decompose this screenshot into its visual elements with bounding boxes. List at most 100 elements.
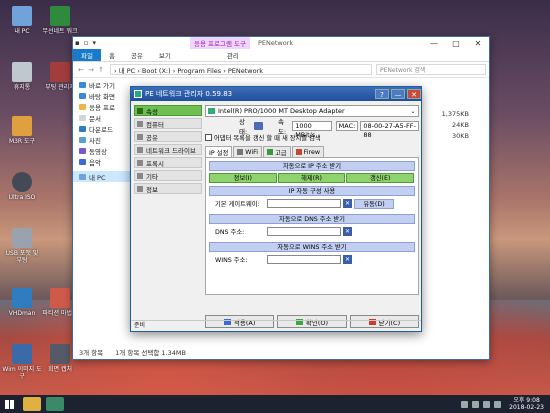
tab-wifi[interactable]: WiFi	[233, 146, 263, 157]
music-icon	[79, 158, 86, 165]
desktop-icon	[79, 92, 86, 99]
tab-manage[interactable]: 관리	[219, 49, 247, 61]
file-size: 24KB	[452, 121, 469, 129]
tab-home[interactable]: 홈	[101, 49, 123, 61]
adapter-status-row: 상태: 속도: 1000 MBit/s MAC: 08-00-27-A5-FF-…	[205, 118, 419, 139]
dynamic-button[interactable]: 유동(D)	[354, 198, 394, 209]
nav-music[interactable]: 음악	[73, 156, 135, 167]
nav-documents[interactable]: 문서	[73, 112, 135, 123]
firewall-icon	[295, 149, 302, 155]
tab-firewall[interactable]: Firew	[291, 146, 324, 157]
start-button[interactable]	[0, 395, 18, 413]
tray-chevron-icon[interactable]	[461, 400, 469, 408]
auto-ip-option[interactable]: 자동으로 IP 주소 받기	[209, 161, 415, 171]
menu-properties[interactable]: 속성	[134, 105, 202, 116]
nav-videos[interactable]: 동영상	[73, 145, 135, 156]
checkbox[interactable]	[205, 133, 212, 141]
maximize-button[interactable]: □	[445, 39, 467, 48]
forward-icon[interactable]: →	[86, 66, 96, 74]
address-path[interactable]: › 내 PC › Boot (X:) › Program Files › PEN…	[110, 64, 372, 75]
menu-info[interactable]: 정보	[134, 183, 202, 194]
ip-settings-panel: 자동으로 IP 주소 받기 정보(I) 해제(R) 갱신(E) IP 자동 구성…	[205, 157, 419, 295]
auto-dns-option[interactable]: 자동으로 DNS 주소 받기	[209, 214, 415, 224]
tab-ip-settings[interactable]: IP 설정	[205, 146, 233, 157]
pe-network-dialog: PE 네트워크 관리자 0.59.83 ? — ✕ 속성 컴퓨터 공유 네트워크…	[130, 86, 422, 332]
renew-button[interactable]: 갱신(E)	[346, 173, 415, 183]
minimize-button[interactable]: —	[423, 39, 445, 48]
menu-share[interactable]: 공유	[134, 131, 202, 142]
volume-tray-icon[interactable]	[483, 400, 491, 408]
taskbar: 오후 9:08 2018-02-23	[0, 395, 550, 413]
quick-access-icon[interactable]: ▪	[73, 39, 82, 47]
computer-icon	[137, 120, 143, 127]
desktop-icon-vhdman[interactable]: VHDman	[2, 288, 42, 317]
nav-pictures[interactable]: 사진	[73, 134, 135, 145]
pe-side-menu: 속성 컴퓨터 공유 네트워크 드라이브 프록시 기타 정보	[134, 105, 202, 196]
network-tray-icon[interactable]	[472, 400, 480, 408]
clear-gateway-icon[interactable]: ✕	[343, 199, 352, 208]
release-button[interactable]: 해제(R)	[277, 173, 346, 183]
file-size: 1,375KB	[441, 110, 469, 118]
menu-computer[interactable]: 컴퓨터	[134, 118, 202, 129]
minimize-button[interactable]: —	[391, 89, 405, 99]
picture-icon	[79, 136, 86, 143]
clock[interactable]: 오후 9:08 2018-02-23	[509, 397, 544, 411]
nav-downloads[interactable]: 다운로드	[73, 123, 135, 134]
tab-view[interactable]: 보기	[151, 49, 179, 61]
app-icon	[134, 90, 142, 98]
adapter-select[interactable]: Intel(R) PRO/1000 MT Desktop Adapter ⌄	[205, 105, 419, 117]
back-icon[interactable]: ←	[76, 66, 86, 74]
pe-network-taskbar-icon[interactable]	[46, 397, 64, 411]
file-sizes-column: 1,375KB 24KB 30KB	[442, 109, 469, 142]
nav-quick-access[interactable]: 바로 가기	[73, 79, 135, 90]
desktop-icon-my-pc[interactable]: 내 PC	[2, 6, 42, 35]
desktop-icon-usb-format[interactable]: USB 포맷 및 부팅	[2, 228, 42, 264]
tab-file[interactable]: 파일	[73, 49, 101, 61]
file-explorer-taskbar-icon[interactable]	[23, 397, 41, 411]
app-tools-tab[interactable]: 응용 프로그램 도구	[190, 37, 250, 49]
explorer-titlebar: ▪ ▫ ▾ 응용 프로그램 도구 PENetwork — □ ✕	[73, 37, 489, 49]
customize-icon[interactable]: ▾	[91, 39, 99, 47]
mac-label: MAC:	[335, 120, 359, 131]
properties-icon	[137, 107, 143, 114]
tab-advanced[interactable]: 고급	[263, 146, 291, 157]
dns-row: DNS 주소: ✕	[215, 227, 352, 236]
computer-icon	[12, 6, 32, 26]
desktop-icon-wireless[interactable]: 무선네트 워크	[40, 6, 80, 35]
close-button[interactable]: ✕	[467, 39, 489, 48]
menu-proxy[interactable]: 프록시	[134, 157, 202, 168]
keyboard-tray-icon[interactable]	[494, 400, 502, 408]
partition-icon	[50, 288, 70, 308]
dns-input[interactable]	[267, 227, 341, 236]
network-drive-icon	[137, 146, 143, 153]
desktop-icon-m3r[interactable]: M3R 도구	[2, 116, 42, 145]
clear-wins-icon[interactable]: ✕	[343, 255, 352, 264]
auto-wins-option[interactable]: 자동으로 WINS 주소 받기	[209, 242, 415, 252]
close-button[interactable]: ✕	[407, 89, 421, 99]
desktop-icon-wim-tool[interactable]: Wim 이미지 도구	[2, 344, 42, 380]
vhd-icon	[12, 288, 32, 308]
ip-auto-config-option[interactable]: IP 자동 구성 사용	[209, 186, 415, 196]
wim-icon	[12, 344, 32, 364]
help-button[interactable]: ?	[375, 89, 389, 99]
menu-network-drive[interactable]: 네트워크 드라이브	[134, 144, 202, 155]
mac-value: 08-00-27-A5-FF-88	[360, 120, 419, 139]
up-icon[interactable]: ↑	[96, 66, 106, 74]
desktop-icon-ultraiso[interactable]: Ultra ISO	[2, 172, 42, 201]
folder-icon	[79, 103, 86, 110]
windows-logo-icon	[4, 399, 14, 409]
gateway-input[interactable]	[267, 199, 341, 208]
search-input[interactable]: PENetwork 검색	[376, 64, 486, 75]
menu-other[interactable]: 기타	[134, 170, 202, 181]
desktop-icon-recycle-bin[interactable]: 휴지통	[2, 62, 42, 91]
nav-desktop[interactable]: 바탕 화면	[73, 90, 135, 101]
nav-this-pc[interactable]: 내 PC	[73, 171, 135, 182]
wins-input[interactable]	[267, 255, 341, 264]
info-button[interactable]: 정보(I)	[209, 173, 277, 183]
clear-dns-icon[interactable]: ✕	[343, 227, 352, 236]
wifi-icon	[237, 149, 244, 155]
tab-share[interactable]: 공유	[123, 49, 151, 61]
new-folder-icon[interactable]: ▫	[82, 39, 91, 47]
nav-apps[interactable]: 응용 프로	[73, 101, 135, 112]
scan-devices-checkbox[interactable]: 어댑터 목록을 갱신 할 때 새 장치를 검색	[205, 132, 419, 142]
